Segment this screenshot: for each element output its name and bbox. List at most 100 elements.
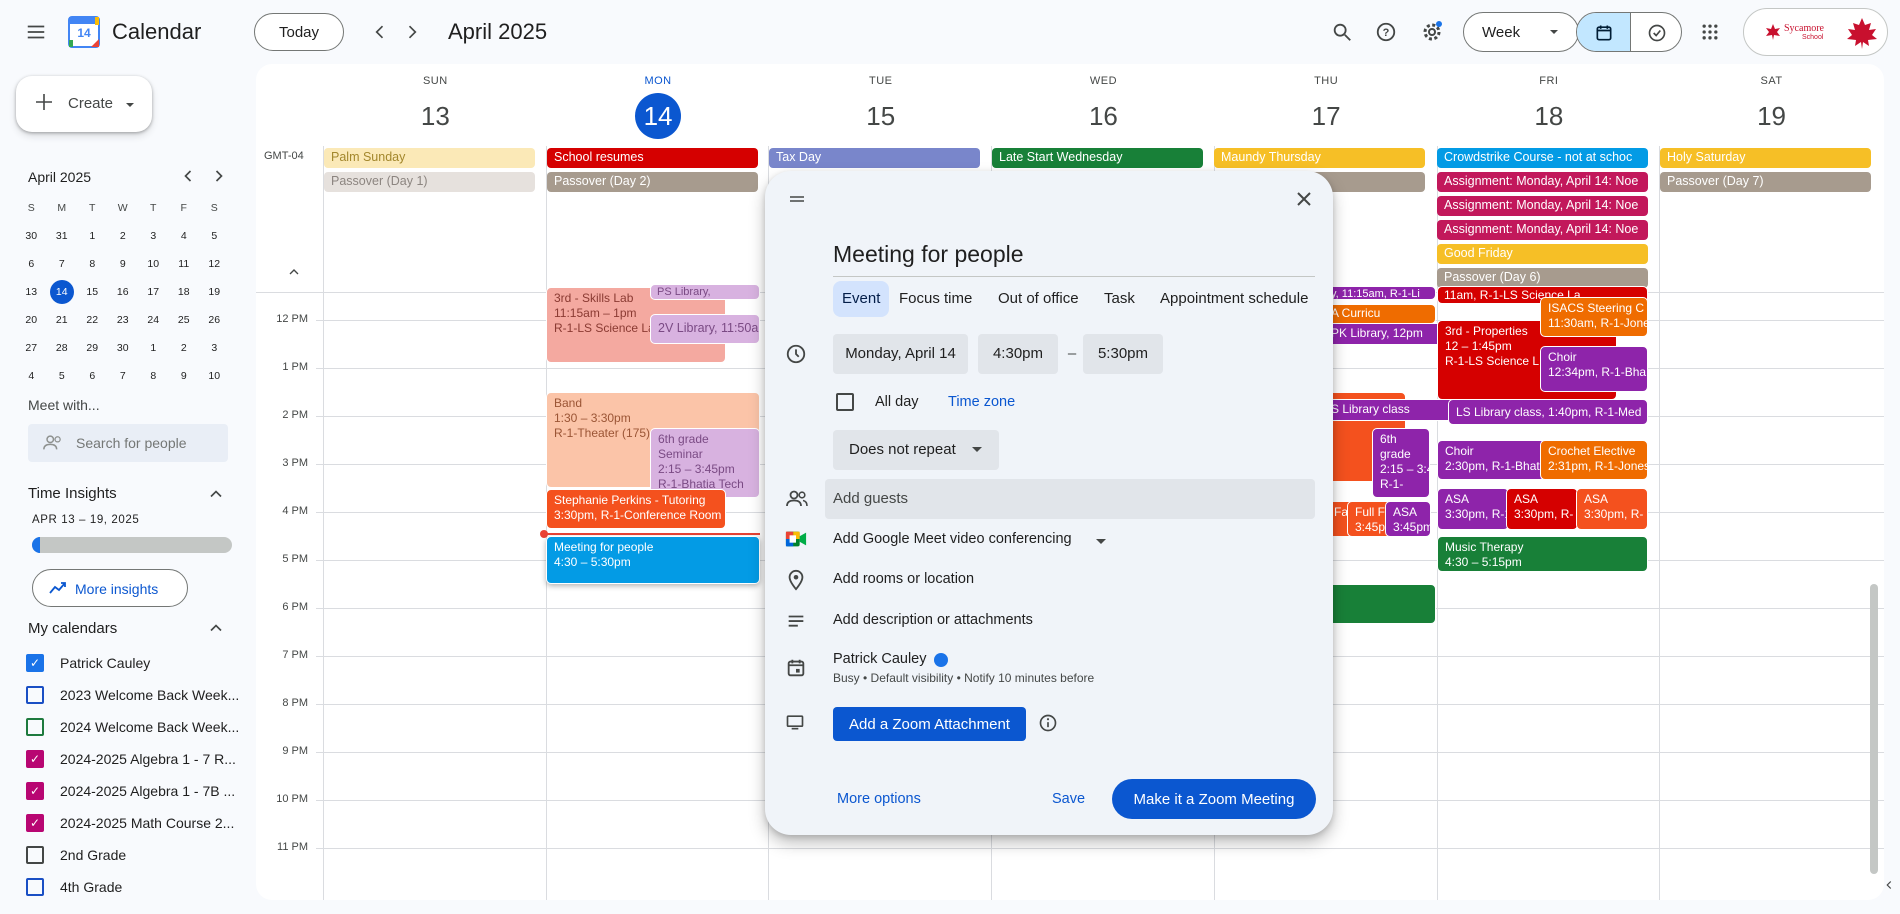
mini-day[interactable]: 3 — [199, 342, 230, 354]
calendar-list-item[interactable]: 2024 Welcome Back Week... — [26, 712, 239, 742]
tab-out-of-office[interactable]: Out of office — [989, 281, 1088, 317]
day-header[interactable]: FRI 18 — [1438, 64, 1661, 146]
view-selector-dropdown[interactable]: Week — [1463, 12, 1579, 52]
calendar-checkbox[interactable]: ✓ — [26, 782, 44, 800]
day-header[interactable]: THU 17 — [1215, 64, 1438, 146]
mini-day[interactable]: 23 — [108, 314, 139, 326]
calendar-checkbox[interactable]: ✓ — [26, 750, 44, 768]
event-title-input[interactable]: Meeting for people — [833, 235, 1315, 277]
calendar-list-item[interactable]: ✓ 2024-2025 Algebra 1 - 7B ... — [26, 776, 235, 806]
day-number[interactable]: 16 — [1080, 93, 1126, 139]
mini-day[interactable]: 19 — [199, 286, 230, 298]
allday-event[interactable]: Tax Day — [769, 148, 980, 168]
mini-day[interactable]: 6 — [77, 370, 108, 382]
calendar-event[interactable]: LS Library class, 1:40pm, R-1-Med — [1448, 399, 1648, 425]
allday-event[interactable]: Crowdstrike Course - not at schoc — [1437, 148, 1648, 168]
calendar-list-item[interactable]: 2nd Grade — [26, 840, 126, 870]
mini-day[interactable]: 10 — [199, 370, 230, 382]
calendar-logo-icon[interactable]: 14 — [68, 16, 100, 48]
mini-day[interactable]: 10 — [138, 258, 169, 270]
calendar-checkbox[interactable] — [26, 878, 44, 896]
calendar-list-item[interactable]: ✓ 2024-2025 Algebra 1 - 7 R... — [26, 744, 236, 774]
meet-dropdown-icon[interactable] — [1095, 535, 1107, 553]
calendar-event[interactable]: Stephanie Perkins - Tutoring 3:30pm, R-1… — [546, 489, 726, 529]
calendar-event[interactable]: Choir 12:34pm, R-1-Bha — [1540, 346, 1648, 392]
allday-event[interactable]: Good Friday — [1437, 244, 1648, 264]
day-number[interactable]: 18 — [1526, 93, 1572, 139]
more-insights-button[interactable]: More insights — [32, 569, 188, 607]
mini-day[interactable]: 16 — [108, 286, 139, 298]
more-options-button[interactable]: More options — [837, 791, 921, 807]
mini-day[interactable]: 26 — [199, 314, 230, 326]
calendar-event[interactable]: PK Library, 12pm — [1326, 323, 1451, 345]
mini-day[interactable]: 5 — [199, 230, 230, 242]
mini-day[interactable]: 20 — [16, 314, 47, 326]
main-menu-icon[interactable] — [16, 12, 56, 52]
allday-event[interactable]: Maundy Thursday — [1214, 148, 1425, 168]
calendar-event[interactable]: 2V Library, 11:50a — [650, 314, 760, 344]
mini-day[interactable]: 30 — [16, 230, 47, 242]
add-location-field[interactable]: Add rooms or location — [833, 571, 974, 587]
help-icon[interactable]: ? — [1366, 12, 1406, 52]
day-number[interactable]: 13 — [412, 93, 458, 139]
allday-event[interactable]: School resumes — [547, 148, 758, 168]
mini-day[interactable]: 7 — [47, 258, 78, 270]
close-icon[interactable] — [1292, 187, 1316, 211]
allday-event[interactable]: Assignment: Monday, April 14: Noe — [1437, 220, 1648, 240]
tasks-view-icon[interactable] — [1630, 13, 1681, 51]
start-time-field[interactable]: 4:30pm — [978, 334, 1058, 374]
calendar-checkbox[interactable] — [26, 846, 44, 864]
add-meet-button[interactable]: Add Google Meet video conferencing — [833, 531, 1072, 547]
info-icon[interactable] — [1038, 713, 1062, 737]
today-button[interactable]: Today — [254, 13, 344, 51]
day-header[interactable]: SUN 13 — [324, 64, 547, 146]
tab-appointment-schedule[interactable]: Appointment schedule — [1151, 281, 1317, 317]
repeat-dropdown[interactable]: Does not repeat — [833, 430, 999, 470]
mini-day[interactable]: 4 — [16, 370, 47, 382]
tab-task[interactable]: Task — [1095, 281, 1144, 317]
mini-day[interactable]: 22 — [77, 314, 108, 326]
allday-event[interactable]: Passover (Day 1) — [324, 172, 535, 192]
day-number[interactable]: 15 — [858, 93, 904, 139]
mini-day[interactable]: 1 — [77, 230, 108, 242]
calendar-event[interactable]: ASA 3:30pm, R- — [1576, 488, 1648, 530]
event-date-field[interactable]: Monday, April 14 — [833, 334, 968, 374]
allday-event[interactable]: Passover (Day 6) — [1437, 268, 1648, 288]
day-number[interactable]: 14 — [635, 93, 682, 139]
add-zoom-attachment-button[interactable]: Add a Zoom Attachment — [833, 707, 1026, 741]
search-people-input[interactable]: Search for people — [28, 424, 228, 462]
calendar-list-item[interactable]: 2023 Welcome Back Week... — [26, 680, 239, 710]
tab-event[interactable]: Event — [833, 281, 890, 317]
mini-day[interactable]: 6 — [16, 258, 47, 270]
collapse-allday-icon[interactable] — [286, 264, 302, 285]
add-guests-input[interactable]: Add guests — [825, 479, 1315, 519]
calendar-checkbox[interactable]: ✓ — [26, 654, 44, 672]
mini-day[interactable]: 2 — [169, 342, 200, 354]
drag-handle-icon[interactable] — [785, 187, 809, 211]
account-button[interactable]: Sycamore School — [1743, 8, 1888, 56]
side-panel-toggle-icon[interactable] — [1882, 878, 1896, 897]
mini-day[interactable]: 11 — [169, 258, 200, 270]
calendar-list-item[interactable]: ✓ 2024-2025 Math Course 2... — [26, 808, 234, 838]
calendar-view-icon[interactable] — [1577, 13, 1630, 51]
calendar-event[interactable]: ASA 3:30pm, R-1 — [1437, 488, 1509, 530]
day-header[interactable]: WED 16 — [992, 64, 1215, 146]
mini-day[interactable]: 17 — [138, 286, 169, 298]
calendar-event[interactable]: ASA 3:45pm — [1385, 501, 1431, 537]
mini-prev-month-icon[interactable] — [178, 166, 198, 191]
calendar-checkbox[interactable] — [26, 686, 44, 704]
mini-day[interactable]: 1 — [138, 342, 169, 354]
mini-day[interactable]: 7 — [108, 370, 139, 382]
mini-day[interactable]: 2 — [108, 230, 139, 242]
add-description-field[interactable]: Add description or attachments — [833, 612, 1033, 628]
calendar-event[interactable]: ISACS Steering C 11:30am, R-1-Jone — [1540, 297, 1648, 337]
mini-day[interactable]: 8 — [138, 370, 169, 382]
calendar-color-dot[interactable] — [934, 653, 948, 667]
mini-day[interactable]: 21 — [47, 314, 78, 326]
mini-next-month-icon[interactable] — [209, 166, 229, 191]
day-header[interactable]: MON 14 — [547, 64, 770, 146]
search-icon[interactable] — [1322, 12, 1362, 52]
calendar-list-item[interactable]: ✓ Patrick Cauley — [26, 648, 150, 678]
calendar-event[interactable]: PS Library, 11:15am — [650, 284, 760, 300]
day-header[interactable]: SAT 19 — [1660, 64, 1883, 146]
